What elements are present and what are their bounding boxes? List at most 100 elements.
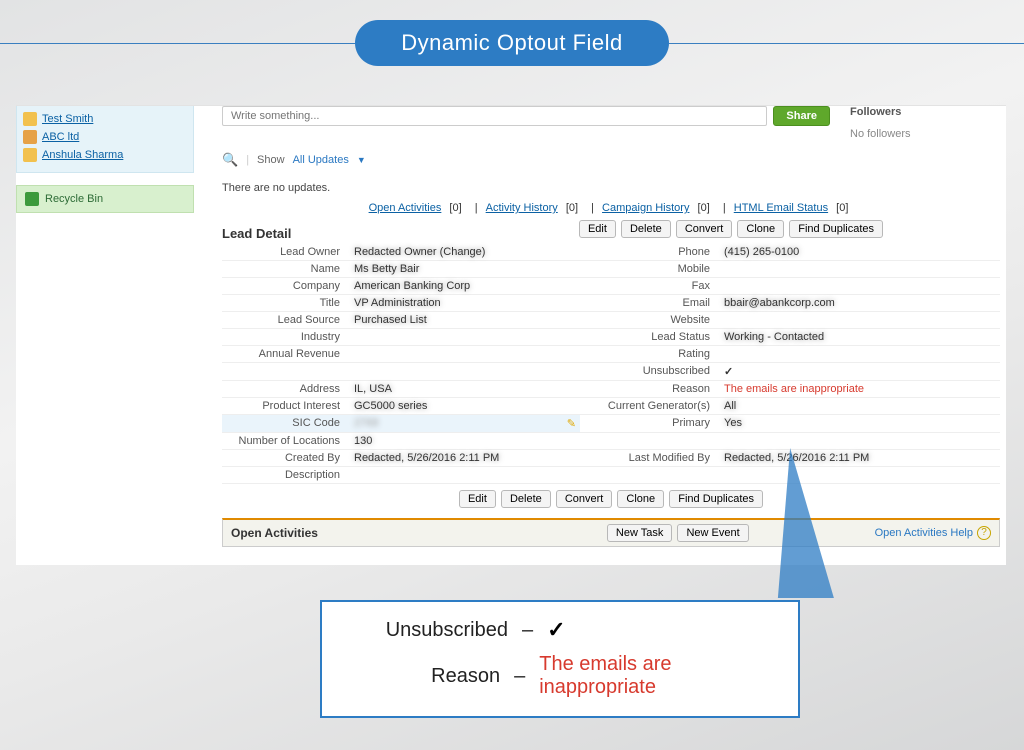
value-blank xyxy=(350,363,580,381)
label-reason: Reason xyxy=(580,381,720,398)
clone-button[interactable]: Clone xyxy=(617,490,664,508)
value-website xyxy=(720,312,1000,329)
no-updates-text: There are no updates. xyxy=(222,182,1000,194)
banner-line-left xyxy=(0,43,355,44)
recent-link[interactable]: ABC ltd xyxy=(42,131,79,143)
new-event-button[interactable]: New Event xyxy=(677,524,748,542)
label-address: Address xyxy=(222,381,350,398)
section-title: Lead Detail xyxy=(222,226,462,241)
label-blank3 xyxy=(580,467,720,484)
label-lead-source: Lead Source xyxy=(222,312,350,329)
label-website: Website xyxy=(580,312,720,329)
value-primary: Yes xyxy=(720,415,1000,433)
recent-items: Test Smith ABC ltd Anshula Sharma xyxy=(16,106,194,173)
feed-input[interactable] xyxy=(222,106,767,126)
sidebar: Test Smith ABC ltd Anshula Sharma Recycl… xyxy=(16,106,194,565)
callout-row-unsubscribed: Unsubscribed – ✓ xyxy=(338,612,782,648)
value-phone: (415) 265-0100 xyxy=(720,244,1000,261)
value-address: IL, USA xyxy=(350,381,580,398)
count-badge: [0] xyxy=(566,202,578,214)
chevron-down-icon[interactable]: ▼ xyxy=(357,155,366,165)
link-open-activities[interactable]: Open Activities xyxy=(369,202,442,214)
new-task-button[interactable]: New Task xyxy=(607,524,672,542)
pencil-icon[interactable]: ✎ xyxy=(567,417,576,430)
feed-row: Share Followers No followers xyxy=(222,106,1000,140)
link-activity-history[interactable]: Activity History xyxy=(486,202,558,214)
callout-box: Unsubscribed – ✓ Reason – The emails are… xyxy=(320,600,800,718)
label-industry: Industry xyxy=(222,329,350,346)
link-campaign-history[interactable]: Campaign History xyxy=(602,202,689,214)
banner-line-right xyxy=(669,43,1024,44)
count-badge: [0] xyxy=(698,202,710,214)
count-badge: [0] xyxy=(836,202,848,214)
separator: | xyxy=(246,154,249,166)
recent-link[interactable]: Anshula Sharma xyxy=(42,149,123,161)
label-unsubscribed: Unsubscribed xyxy=(580,363,720,381)
search-icon[interactable]: 🔍 xyxy=(222,152,238,168)
clone-button[interactable]: Clone xyxy=(737,220,784,238)
label-last-modified-by: Last Modified By xyxy=(580,450,720,467)
open-activities-title: Open Activities xyxy=(231,526,481,540)
callout-label-reason: Reason xyxy=(338,665,500,688)
value-annual-revenue xyxy=(350,346,580,363)
label-phone: Phone xyxy=(580,244,720,261)
label-sic-code: SIC Code xyxy=(222,415,350,433)
dash: – xyxy=(514,665,525,688)
value-num-locations: 130 xyxy=(350,433,580,450)
show-label: Show xyxy=(257,154,285,166)
lead-detail-grid: Lead Owner Redacted Owner (Change) Phone… xyxy=(222,244,1000,484)
lead-detail-header: Lead Detail Edit Delete Convert Clone Fi… xyxy=(222,214,1000,244)
open-activities-section: Open Activities New Task New Event Open … xyxy=(222,518,1000,547)
recycle-bin[interactable]: Recycle Bin xyxy=(16,185,194,213)
edit-button[interactable]: Edit xyxy=(459,490,496,508)
recent-item[interactable]: Test Smith xyxy=(23,110,187,128)
delete-button[interactable]: Delete xyxy=(621,220,671,238)
lead-icon xyxy=(23,148,37,162)
value-lead-source: Purchased List xyxy=(350,312,580,329)
callout-value-unsubscribed: ✓ xyxy=(547,617,565,643)
convert-button[interactable]: Convert xyxy=(556,490,613,508)
value-description xyxy=(350,467,580,484)
followers-head: Followers xyxy=(850,106,1000,118)
feed-filter: 🔍 | Show All Updates ▼ xyxy=(222,152,1000,168)
value-reason: The emails are inappropriate xyxy=(720,381,1000,398)
label-fax: Fax xyxy=(580,278,720,295)
delete-button[interactable]: Delete xyxy=(501,490,551,508)
label-lead-owner: Lead Owner xyxy=(222,244,350,261)
value-created-by: Redacted, 5/26/2016 2:11 PM xyxy=(350,450,580,467)
followers-sub: No followers xyxy=(850,128,1000,140)
followers-column: Followers No followers xyxy=(850,106,1000,140)
find-duplicates-button[interactable]: Find Duplicates xyxy=(669,490,763,508)
convert-button[interactable]: Convert xyxy=(676,220,733,238)
detail-buttons-bottom: Edit Delete Convert Clone Find Duplicate… xyxy=(222,490,1000,508)
label-num-locations: Number of Locations xyxy=(222,433,350,450)
value-industry xyxy=(350,329,580,346)
label-created-by: Created By xyxy=(222,450,350,467)
recent-item[interactable]: ABC ltd xyxy=(23,128,187,146)
help-link[interactable]: Open Activities Help xyxy=(875,527,973,539)
label-company: Company xyxy=(222,278,350,295)
edit-button[interactable]: Edit xyxy=(579,220,616,238)
value-sic-code[interactable]: 2768✎ xyxy=(350,415,580,433)
banner: Dynamic Optout Field xyxy=(0,20,1024,66)
help-icon: ? xyxy=(977,526,991,540)
value-fax xyxy=(720,278,1000,295)
link-html-email-status[interactable]: HTML Email Status xyxy=(734,202,828,214)
find-duplicates-button[interactable]: Find Duplicates xyxy=(789,220,883,238)
recycle-label: Recycle Bin xyxy=(45,193,103,205)
label-current-generators: Current Generator(s) xyxy=(580,398,720,415)
callout-value-reason: The emails are inappropriate xyxy=(539,653,782,699)
label-description: Description xyxy=(222,467,350,484)
value-email: bbair@abankcorp.com xyxy=(720,295,1000,312)
value-unsubscribed: ✓ xyxy=(720,363,1000,381)
open-activities-help[interactable]: Open Activities Help ? xyxy=(875,526,991,540)
label-rating: Rating xyxy=(580,346,720,363)
value-rating xyxy=(720,346,1000,363)
recent-item[interactable]: Anshula Sharma xyxy=(23,146,187,164)
value-mobile xyxy=(720,261,1000,278)
recent-link[interactable]: Test Smith xyxy=(42,113,93,125)
label-annual-revenue: Annual Revenue xyxy=(222,346,350,363)
share-button[interactable]: Share xyxy=(773,106,830,126)
label-blank xyxy=(222,363,350,381)
show-filter-dropdown[interactable]: All Updates xyxy=(293,154,349,166)
